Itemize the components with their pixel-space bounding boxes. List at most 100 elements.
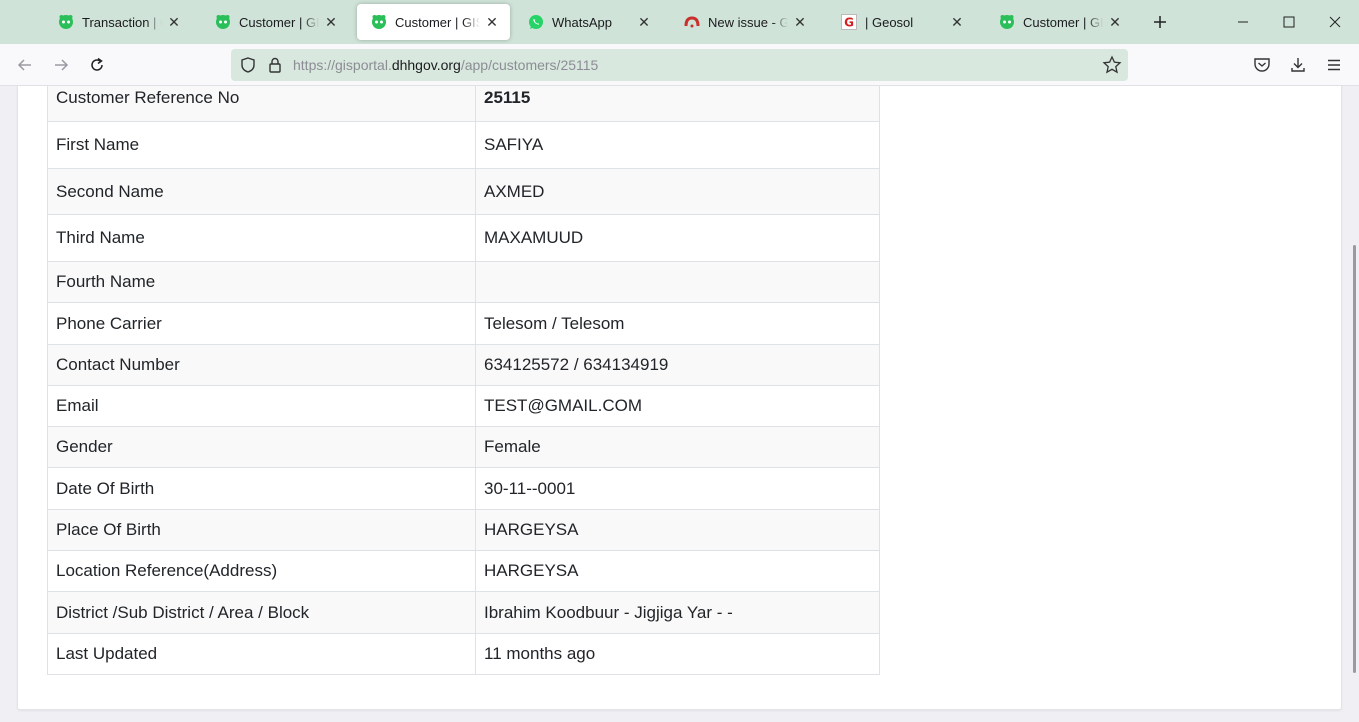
pocket-icon <box>1254 58 1270 72</box>
pocket-button[interactable] <box>1248 51 1276 79</box>
tab-title: Customer | GIS Portal <box>395 14 480 30</box>
forward-button[interactable] <box>47 51 75 79</box>
field-value: TEST@GMAIL.COM <box>475 385 880 427</box>
field-label: Third Name <box>47 214 476 262</box>
close-icon[interactable]: ✕ <box>484 14 500 30</box>
url-path: /app/customers/25115 <box>460 57 599 73</box>
lock-icon[interactable] <box>266 56 284 74</box>
field-label: First Name <box>47 121 476 169</box>
plus-icon <box>1154 16 1166 28</box>
customer-reference-value: 25115 <box>475 86 880 122</box>
new-tab-button[interactable] <box>1148 10 1172 34</box>
field-value: HARGEYSA <box>475 509 880 551</box>
field-value <box>475 261 880 303</box>
close-icon[interactable]: ✕ <box>949 14 965 30</box>
green-face-icon <box>58 14 74 30</box>
star-icon[interactable] <box>1102 55 1122 75</box>
tab-title: WhatsApp <box>552 14 612 30</box>
table-row: Last Updated 11 months ago <box>47 633 880 675</box>
table-row: First Name SAFIYA <box>47 121 880 169</box>
table-row: Location Reference(Address) HARGEYSA <box>47 550 880 592</box>
table-row: Place Of Birth HARGEYSA <box>47 509 880 551</box>
field-label: Place Of Birth <box>47 509 476 551</box>
field-label: Phone Carrier <box>47 302 476 345</box>
green-face-icon <box>215 14 231 30</box>
field-label: Last Updated <box>47 633 476 675</box>
tab-transaction[interactable]: Transaction | GIS Portal ✕ <box>44 4 192 40</box>
table-row: Fourth Name <box>47 261 880 303</box>
reload-button[interactable] <box>83 51 111 79</box>
tab-title: Customer | GIS Portal <box>239 14 319 30</box>
minimize-button[interactable] <box>1220 0 1266 44</box>
field-value: SAFIYA <box>475 121 880 169</box>
close-icon[interactable]: ✕ <box>636 14 652 30</box>
field-label: Date Of Birth <box>47 467 476 510</box>
vertical-scrollbar[interactable] <box>1347 86 1359 722</box>
scrollbar-thumb[interactable] <box>1353 245 1356 673</box>
field-label: District /Sub District / Area / Block <box>47 591 476 634</box>
field-label: Location Reference(Address) <box>47 550 476 592</box>
url-domain: dhhgov.org <box>391 57 461 73</box>
whatsapp-icon <box>528 14 544 30</box>
tab-title: New issue - GIS-Hargeisa <box>708 14 788 30</box>
close-icon <box>1329 16 1341 28</box>
url-text[interactable]: https://gisportal.dhhgov.org/app/custome… <box>293 57 598 73</box>
close-icon[interactable]: ✕ <box>323 14 339 30</box>
tab-new-issue[interactable]: New issue - GIS-Hargeisa ✕ <box>670 4 818 40</box>
table-row: Third Name MAXAMUUD <box>47 214 880 262</box>
table-row: Phone Carrier Telesom / Telesom <box>47 302 880 345</box>
field-value: AXMED <box>475 168 880 215</box>
tab-title: Customer | GIS Portal <box>1023 14 1103 30</box>
close-icon[interactable]: ✕ <box>1107 14 1123 30</box>
field-value: Ibrahim Koodbuur - Jigjiga Yar - - <box>475 591 880 634</box>
svg-text:G: G <box>844 16 854 30</box>
customer-details-table: Customer Reference No 25115 First Name S… <box>47 86 880 675</box>
table-row: Customer Reference No 25115 <box>47 86 880 122</box>
field-value: 634125572 / 634134919 <box>475 344 880 386</box>
url-prefix: https://gisportal. <box>293 57 392 73</box>
field-label: Email <box>47 385 476 427</box>
tab-customer[interactable]: Customer | GIS Portal ✕ <box>201 4 349 40</box>
table-row: Second Name AXMED <box>47 168 880 215</box>
tab-title: | Geosol <box>865 14 914 30</box>
field-value: HARGEYSA <box>475 550 880 592</box>
close-window-button[interactable] <box>1312 0 1358 44</box>
geosol-icon: G <box>841 14 857 30</box>
field-label: Gender <box>47 426 476 468</box>
field-label: Contact Number <box>47 344 476 386</box>
tab-title: Transaction | GIS Portal <box>82 14 162 30</box>
shield-icon[interactable] <box>239 56 257 74</box>
arrow-left-icon <box>17 59 31 71</box>
back-button[interactable] <box>11 51 39 79</box>
page-viewport: Customer Reference No 25115 First Name S… <box>0 86 1359 722</box>
tab-strip: Transaction | GIS Portal ✕ Customer | GI… <box>0 0 1359 44</box>
tab-customer-active[interactable]: Customer | GIS Portal ✕ <box>357 4 510 40</box>
close-icon[interactable]: ✕ <box>166 14 182 30</box>
address-bar[interactable]: https://gisportal.dhhgov.org/app/custome… <box>231 49 1128 81</box>
menu-button[interactable] <box>1320 51 1348 79</box>
table-row: Email TEST@GMAIL.COM <box>47 385 880 427</box>
tab-geosol[interactable]: G | Geosol ✕ <box>827 4 975 40</box>
tab-customer-2[interactable]: Customer | GIS Portal ✕ <box>985 4 1133 40</box>
field-label: Second Name <box>47 168 476 215</box>
reload-icon <box>91 57 103 71</box>
field-value: 11 months ago <box>475 633 880 675</box>
navigation-toolbar: https://gisportal.dhhgov.org/app/custome… <box>0 44 1359 86</box>
table-row: District /Sub District / Area / Block Ib… <box>47 591 880 634</box>
field-value: 30-11--0001 <box>475 467 880 510</box>
maximize-icon <box>1283 16 1295 28</box>
green-face-icon <box>999 14 1015 30</box>
close-icon[interactable]: ✕ <box>792 14 808 30</box>
downloads-button[interactable] <box>1284 51 1312 79</box>
arrow-right-icon <box>55 59 69 71</box>
green-face-icon <box>371 14 387 30</box>
tab-whatsapp[interactable]: WhatsApp ✕ <box>514 4 662 40</box>
table-row: Gender Female <box>47 426 880 468</box>
maximize-button[interactable] <box>1266 0 1312 44</box>
field-value: MAXAMUUD <box>475 214 880 262</box>
gitlab-icon <box>684 14 700 30</box>
field-label: Customer Reference No <box>47 86 476 122</box>
field-label: Fourth Name <box>47 261 476 303</box>
minimize-icon <box>1238 21 1248 23</box>
field-value: Female <box>475 426 880 468</box>
